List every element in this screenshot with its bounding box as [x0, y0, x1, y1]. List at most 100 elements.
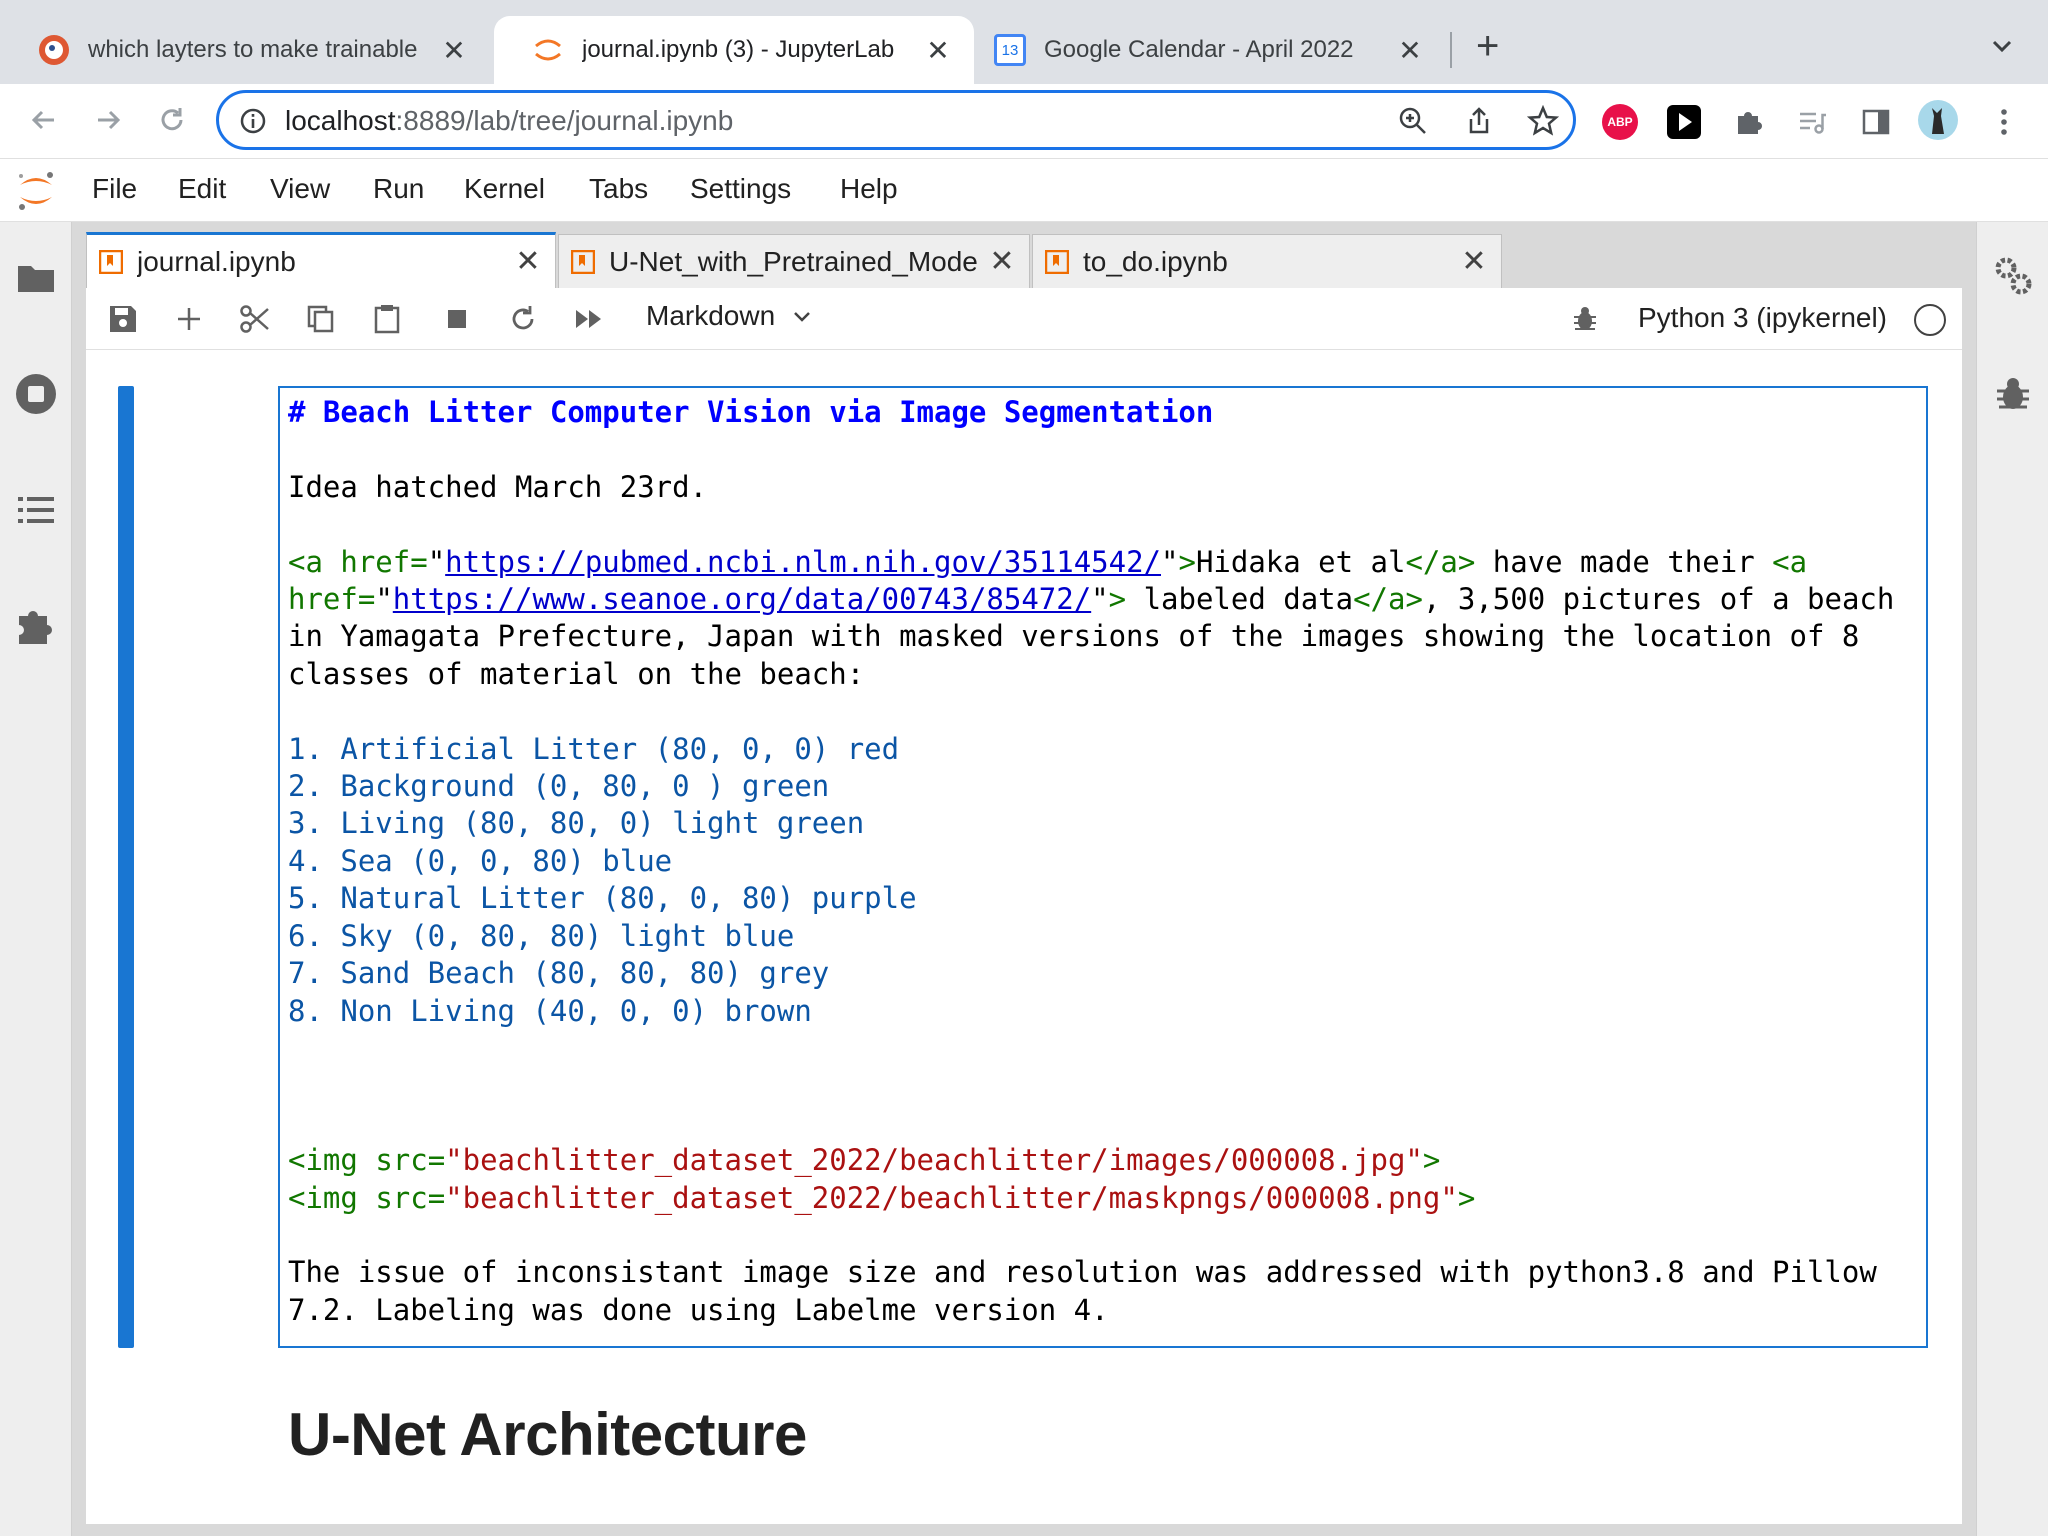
url-host: localhost — [285, 105, 396, 136]
pubmed-link[interactable]: https://pubmed.ncbi.nlm.nih.gov/35114542… — [445, 545, 1161, 579]
close-tab-icon[interactable]: ✕ — [987, 244, 1017, 279]
extensions-button[interactable] — [1730, 104, 1766, 140]
tab-separator — [1450, 32, 1452, 68]
insert-cell-button[interactable] — [172, 302, 206, 336]
list-item: 7. Sand Beach (80, 80, 80) grey — [288, 956, 830, 991]
adblock-icon: ABP — [1602, 104, 1638, 140]
menu-view[interactable]: View — [270, 173, 330, 205]
close-tab-icon[interactable]: ✕ — [1459, 244, 1489, 279]
tab-title: U-Net_with_Pretrained_Model — [609, 245, 979, 277]
new-tab-button[interactable]: + — [1476, 24, 1499, 69]
url-path: :8889/lab/tree/journal.ipynb — [395, 105, 734, 136]
chevron-down-icon — [794, 312, 810, 322]
chevron-down-icon[interactable] — [1988, 32, 2016, 60]
bug-icon — [1997, 378, 2029, 409]
share-icon[interactable] — [1463, 105, 1495, 137]
menu-kernel[interactable]: Kernel — [464, 173, 545, 205]
debugger-toggle-button[interactable] — [1568, 302, 1602, 336]
side-panel-icon — [1862, 109, 1890, 135]
close-tab-icon[interactable]: ✕ — [924, 34, 952, 67]
forward-button[interactable] — [88, 100, 128, 140]
save-icon — [110, 306, 136, 332]
menu-settings[interactable]: Settings — [690, 173, 791, 205]
profile-button[interactable] — [1918, 100, 1958, 140]
more-vert-icon[interactable] — [1986, 104, 2022, 140]
tab-unet[interactable]: U-Net_with_Pretrained_Model ✕ — [558, 234, 1030, 288]
kernel-name[interactable]: Python 3 (ipykernel) — [1638, 302, 1887, 334]
notebook-panel: Markdown Python 3 (ipykernel) # Beach Li… — [86, 288, 1962, 1524]
close-tab-icon[interactable]: ✕ — [440, 34, 468, 67]
browser-tab-title: journal.ipynb (3) - JupyterLab — [582, 36, 895, 63]
interrupt-kernel-button[interactable] — [440, 302, 474, 336]
restart-icon — [512, 306, 534, 330]
side-panel-button[interactable] — [1858, 104, 1894, 140]
list-item: 4. Sea (0, 0, 80) blue — [288, 843, 673, 878]
run-all-button[interactable] — [572, 302, 606, 336]
extension-manager-button[interactable] — [14, 604, 58, 648]
browser-tab-title: which layters to make trainable — [88, 36, 418, 63]
property-inspector-button[interactable] — [1991, 254, 2035, 298]
fast-forward-icon — [576, 310, 601, 328]
img-src-images: "beachlitter_dataset_2022/beachlitter/im… — [445, 1143, 1423, 1178]
img-src-masks: "beachlitter_dataset_2022/beachlitter/ma… — [445, 1180, 1458, 1215]
play-icon — [1667, 105, 1701, 139]
md-text: Idea hatched March 23rd. — [288, 469, 708, 504]
google-calendar-icon: 13 — [994, 34, 1026, 66]
zoom-icon[interactable] — [1397, 105, 1429, 137]
menu-edit[interactable]: Edit — [178, 173, 226, 205]
restart-kernel-button[interactable] — [506, 302, 540, 336]
url-text[interactable]: localhost:8889/lab/tree/journal.ipynb — [285, 105, 733, 137]
md-heading: # Beach Litter Computer Vision via Image… — [288, 395, 1214, 429]
list-item: 1. Artificial Litter (80, 0, 0) red — [288, 731, 900, 766]
reload-button[interactable] — [152, 100, 192, 140]
seanoe-link[interactable]: https://www.seanoe.org/data/00743/85472/ — [393, 582, 1091, 616]
tab-journal[interactable]: journal.ipynb ✕ — [86, 232, 556, 288]
tab-todo[interactable]: to_do.ipynb ✕ — [1032, 234, 1502, 288]
adblock-extension[interactable]: ABP — [1602, 104, 1638, 140]
file-browser-button[interactable] — [14, 256, 58, 300]
close-tab-icon[interactable]: ✕ — [513, 244, 543, 279]
notebook-icon — [1045, 249, 1069, 274]
close-tab-icon[interactable]: ✕ — [1396, 34, 1424, 67]
cat-avatar-icon — [1932, 108, 1944, 134]
menu-file[interactable]: File — [92, 173, 137, 205]
cut-cell-button[interactable] — [238, 302, 272, 336]
debugger-button[interactable] — [1991, 372, 2035, 416]
jupyter-icon — [535, 39, 561, 61]
save-button[interactable] — [106, 302, 140, 336]
section-heading: U-Net Architecture — [288, 1401, 807, 1468]
back-button[interactable] — [24, 100, 64, 140]
notebook-toolbar: Markdown Python 3 (ipykernel) — [86, 288, 1962, 350]
browser-tab[interactable]: which layters to make trainable ✕ — [0, 16, 490, 84]
add-icon — [178, 308, 200, 330]
folder-icon — [18, 266, 54, 292]
media-control-button[interactable] — [1794, 104, 1830, 140]
reload-icon — [161, 108, 183, 131]
cell-source[interactable]: # Beach Litter Computer Vision via Image… — [288, 394, 1894, 1329]
cell-collapser[interactable] — [118, 386, 134, 1348]
copy-cell-button[interactable] — [304, 302, 338, 336]
back-arrow-icon — [31, 110, 54, 130]
jupyter-logo-icon — [19, 172, 53, 210]
bookmark-star-icon[interactable] — [1527, 105, 1559, 137]
left-sidebar — [0, 222, 72, 1536]
address-bar[interactable]: localhost:8889/lab/tree/journal.ipynb — [216, 90, 1576, 150]
play-extension[interactable] — [1666, 104, 1702, 140]
paste-cell-button[interactable] — [370, 302, 404, 336]
list-item: 6. Sky (0, 80, 80) light blue — [288, 918, 795, 953]
gears-icon — [1995, 257, 2032, 295]
cell-type-select[interactable]: Markdown — [646, 300, 813, 332]
running-sessions-button[interactable] — [14, 372, 58, 416]
menu-run[interactable]: Run — [373, 173, 424, 205]
browser-tab-active[interactable]: journal.ipynb (3) - JupyterLab ✕ — [494, 16, 974, 84]
menu-help[interactable]: Help — [840, 173, 898, 205]
browser-tab[interactable]: 13 Google Calendar - April 2022 ✕ — [956, 16, 1446, 84]
info-icon[interactable] — [239, 107, 267, 135]
menu-tabs[interactable]: Tabs — [589, 173, 648, 205]
markdown-cell-editor[interactable]: # Beach Litter Computer Vision via Image… — [278, 386, 1928, 1348]
copy-icon — [307, 305, 334, 333]
table-of-contents-button[interactable] — [14, 488, 58, 532]
stop-circle-icon — [16, 374, 56, 414]
stop-icon — [448, 310, 466, 328]
jupyter-menubar: File Edit View Run Kernel Tabs Settings … — [0, 158, 2048, 222]
